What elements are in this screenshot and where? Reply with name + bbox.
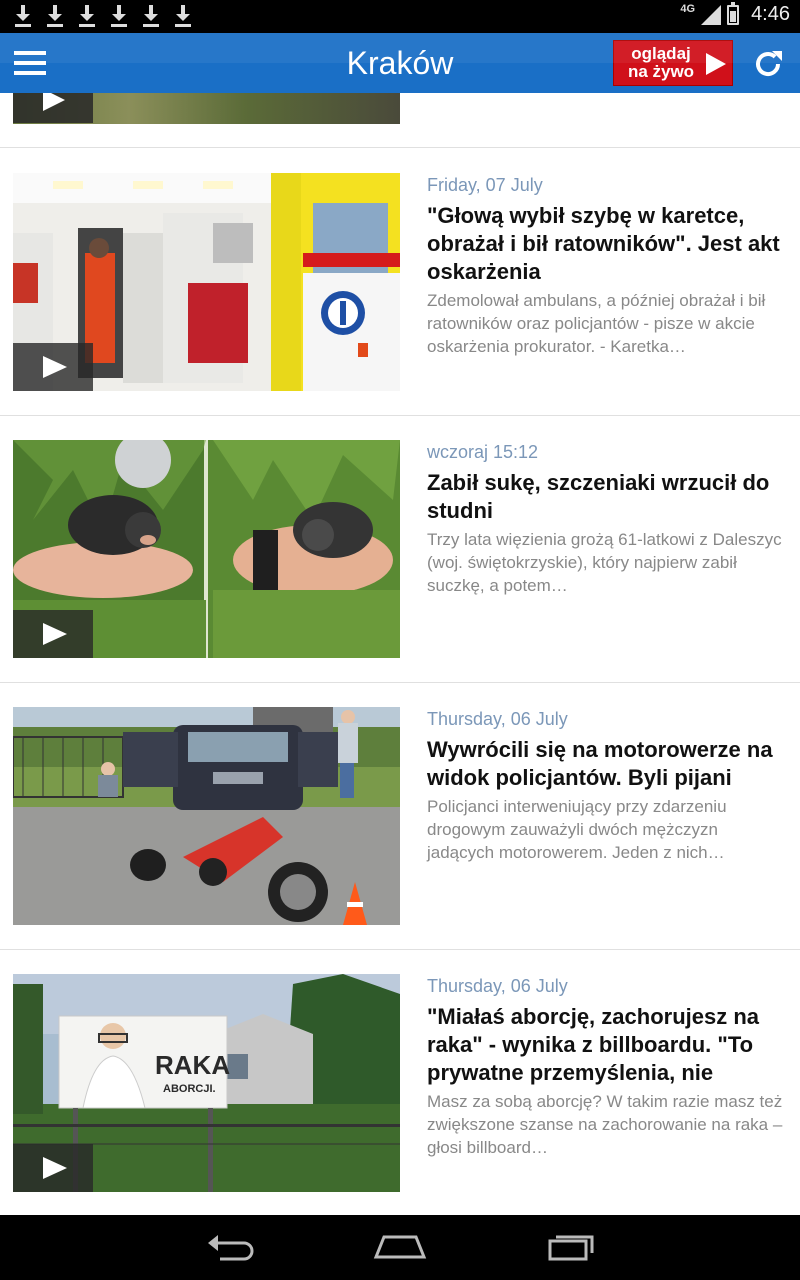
article-thumbnail: [13, 440, 400, 658]
article-title[interactable]: "Miałaś aborcję, zachorujesz na raka" - …: [427, 1003, 785, 1087]
status-bar: 4G 4:46: [0, 0, 800, 33]
download-icon: [110, 4, 128, 28]
video-badge: [13, 1144, 93, 1192]
play-icon: [43, 623, 67, 645]
video-badge: [13, 610, 93, 658]
article-date: Friday, 07 July: [427, 175, 543, 195]
play-icon: [43, 93, 65, 111]
refresh-icon[interactable]: [752, 48, 784, 80]
list-item[interactable]: Friday, 07 July "Głową wybił szybę w kar…: [0, 149, 800, 416]
signal-icon: [701, 4, 722, 25]
moped-crash-photo: [13, 707, 400, 925]
article-thumbnail: [13, 173, 400, 391]
article-description: Policjanci interweniujący przy zdarzeniu…: [427, 797, 727, 862]
article-description: Masz za sobą aborcję? W takim razie masz…: [427, 1092, 783, 1157]
article-date: wczoraj 15:12: [427, 442, 539, 462]
article-meta: Thursday, 06 July "Miałaś aborcję, zacho…: [427, 976, 785, 1159]
article-title[interactable]: Wywrócili się na motorowerze na widok po…: [427, 736, 785, 792]
watch-live-label: oglądaj na żywo: [627, 44, 695, 81]
download-icon: [46, 4, 64, 28]
billboard-headline: RAKA: [155, 1050, 230, 1080]
network-type-label: 4G: [680, 2, 696, 15]
article-meta: Friday, 07 July "Głową wybił szybę w kar…: [427, 175, 785, 358]
navigation-bar: [0, 1215, 800, 1280]
notification-icons: [14, 4, 192, 28]
download-icon: [78, 4, 96, 28]
download-icon: [14, 4, 32, 28]
article-date: Thursday, 06 July: [427, 709, 568, 729]
article-thumbnail: [13, 93, 400, 124]
list-item[interactable]: wczoraj 15:12 Zabił sukę, szczeniaki wrz…: [0, 416, 800, 683]
clock: 4:46: [751, 3, 790, 25]
video-badge: [13, 343, 93, 391]
download-icon: [142, 4, 160, 28]
list-item[interactable]: [0, 93, 800, 148]
play-icon: [706, 53, 726, 75]
article-thumbnail: [13, 707, 400, 925]
article-date: Thursday, 06 July: [427, 976, 568, 996]
article-title[interactable]: "Głową wybił szybę w karetce, obrażał i …: [427, 202, 785, 286]
article-list[interactable]: Friday, 07 July "Głową wybił szybę w kar…: [0, 93, 800, 1215]
download-icon: [174, 4, 192, 28]
article-title[interactable]: Zabił sukę, szczeniaki wrzucił do studni: [427, 469, 785, 525]
play-icon: [43, 1157, 67, 1179]
watch-live-button[interactable]: oglądaj na żywo: [613, 40, 733, 86]
list-item[interactable]: Thursday, 06 July Wywrócili się na motor…: [0, 683, 800, 950]
app-bar: Kraków oglądaj na żywo: [0, 33, 800, 93]
battery-icon: [727, 1, 740, 25]
recent-apps-icon[interactable]: [540, 1229, 600, 1265]
video-badge: [13, 93, 93, 123]
back-icon[interactable]: [200, 1229, 260, 1265]
billboard-subheadline: ABORCJI.: [163, 1083, 216, 1095]
article-meta: wczoraj 15:12 Zabił sukę, szczeniaki wrz…: [427, 442, 785, 597]
play-icon: [43, 356, 67, 378]
article-thumbnail: RAKA ABORCJI.: [13, 974, 400, 1192]
article-description: Zdemolował ambulans, a później obrażał i…: [427, 291, 766, 356]
home-icon[interactable]: [370, 1229, 430, 1265]
article-meta: Thursday, 06 July Wywrócili się na motor…: [427, 709, 785, 864]
list-item[interactable]: RAKA ABORCJI. Thursday, 06 July "Miałaś …: [0, 950, 800, 1215]
article-description: Trzy lata więzienia grożą 61-latkowi z D…: [427, 530, 782, 595]
system-indicators: 4G 4:46: [680, 1, 790, 26]
